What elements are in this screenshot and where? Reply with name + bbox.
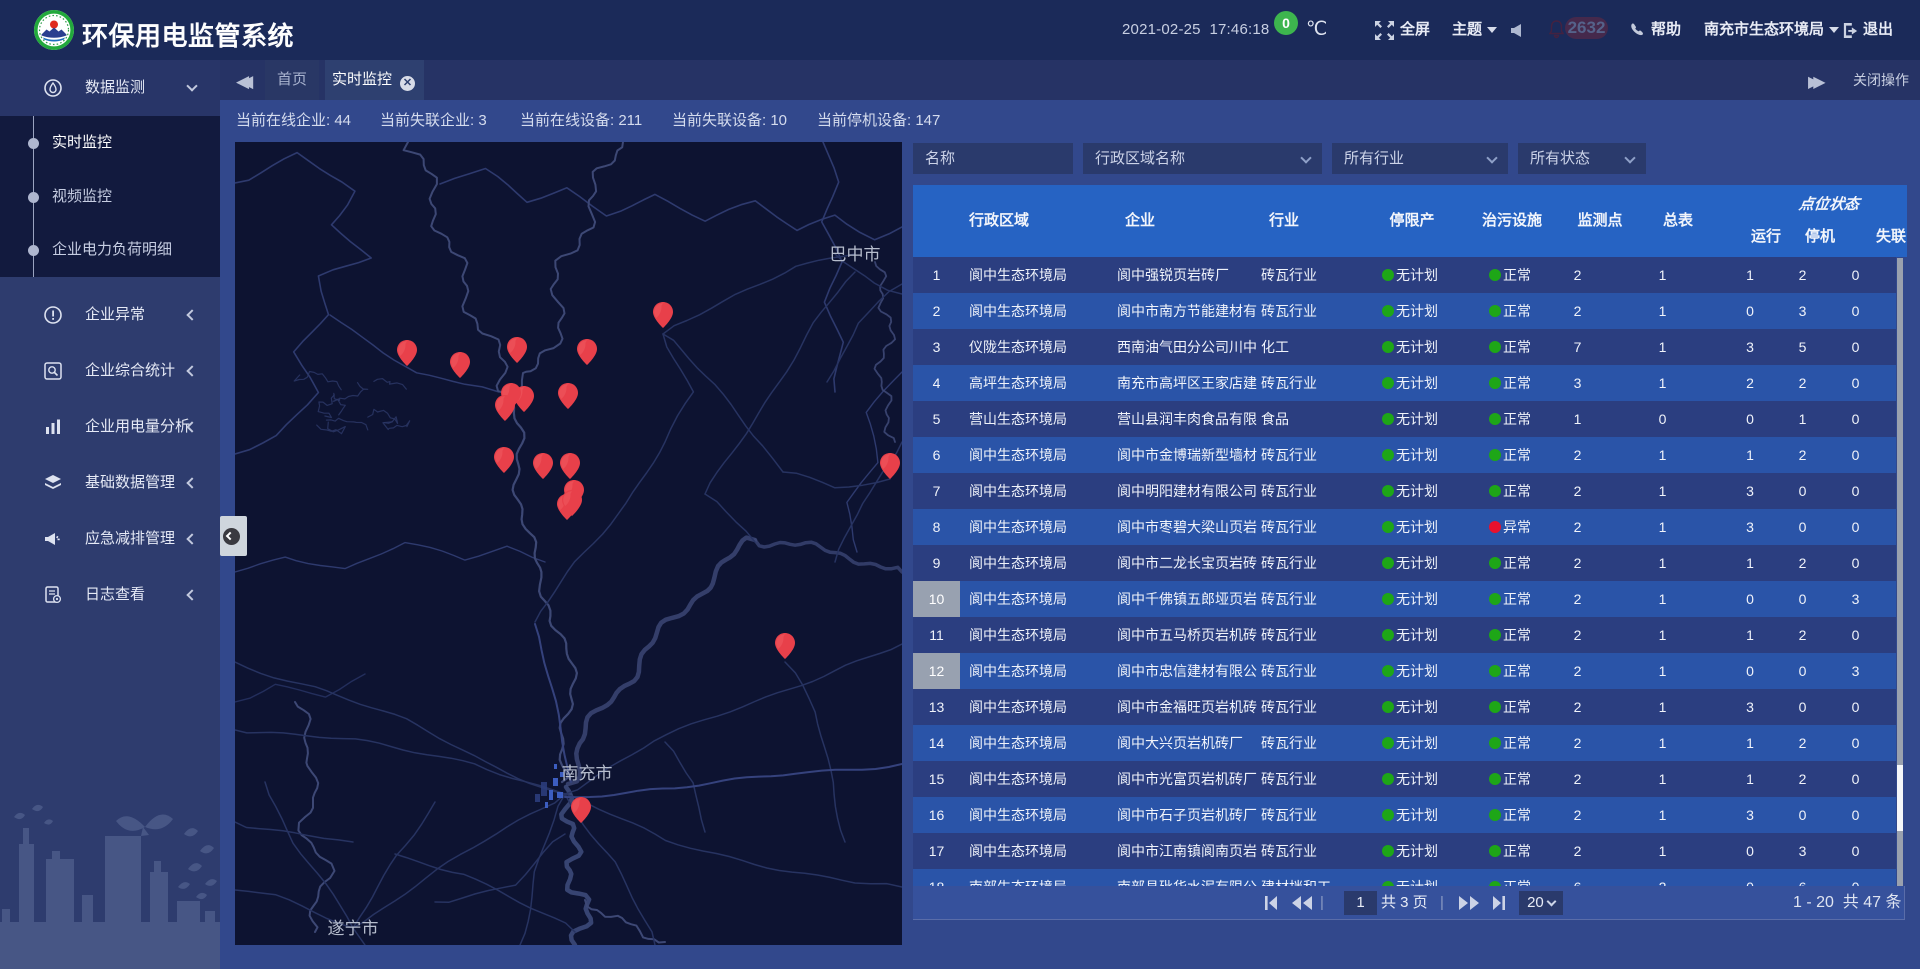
svg-text:遂宁市: 遂宁市 xyxy=(328,919,379,938)
svg-text:巴中市: 巴中市 xyxy=(830,245,881,264)
svg-text:南充市: 南充市 xyxy=(562,764,613,783)
